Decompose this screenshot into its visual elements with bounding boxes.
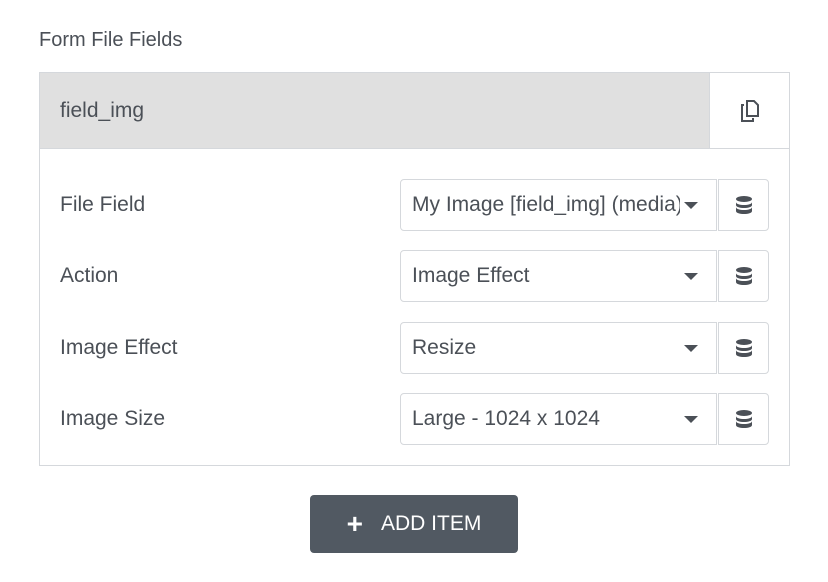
section-title: Form File Fields	[39, 29, 183, 51]
field-row: Image Effect Resize	[40, 322, 789, 374]
field-label: File Field	[60, 193, 146, 216]
dynamic-tags-button[interactable]	[718, 393, 769, 445]
field-select[interactable]: Large - 1024 x 1024	[400, 393, 717, 445]
add-item-label: ADD ITEM	[381, 512, 482, 535]
dynamic-tags-button[interactable]	[718, 322, 769, 374]
select-value: My Image [field_img] (media)	[412, 193, 680, 216]
field-select[interactable]: Image Effect	[400, 250, 717, 302]
field-row: Image Size Large - 1024 x 1024	[40, 393, 789, 445]
database-icon	[735, 196, 752, 214]
field-label: Image Effect	[60, 336, 178, 359]
database-icon	[735, 339, 752, 357]
field-row: Action Image Effect	[40, 250, 789, 302]
select-value: Resize	[412, 336, 477, 359]
caret-down-icon	[684, 345, 698, 352]
field-select[interactable]: Resize	[400, 322, 717, 374]
select-value: Image Effect	[412, 264, 530, 287]
dynamic-tags-button[interactable]	[718, 250, 769, 302]
caret-down-icon	[684, 202, 698, 209]
add-item-button[interactable]: + ADD ITEM	[310, 495, 518, 553]
field-label: Action	[60, 264, 119, 287]
field-label: Image Size	[60, 407, 166, 430]
database-icon	[735, 267, 752, 285]
duplicate-button[interactable]	[709, 73, 789, 148]
repeater-item: field_img File Field My Image [field_img…	[39, 72, 790, 466]
repeater-item-title: field_img	[60, 99, 145, 122]
database-icon	[735, 410, 752, 428]
select-value: Large - 1024 x 1024	[412, 407, 600, 430]
repeater-item-header[interactable]: field_img	[40, 73, 789, 149]
caret-down-icon	[684, 273, 698, 280]
caret-down-icon	[684, 416, 698, 423]
copy-icon	[740, 99, 759, 122]
field-select[interactable]: My Image [field_img] (media)	[400, 179, 717, 231]
plus-icon: +	[346, 508, 363, 539]
dynamic-tags-button[interactable]	[718, 179, 769, 231]
field-row: File Field My Image [field_img] (media)	[40, 179, 789, 231]
